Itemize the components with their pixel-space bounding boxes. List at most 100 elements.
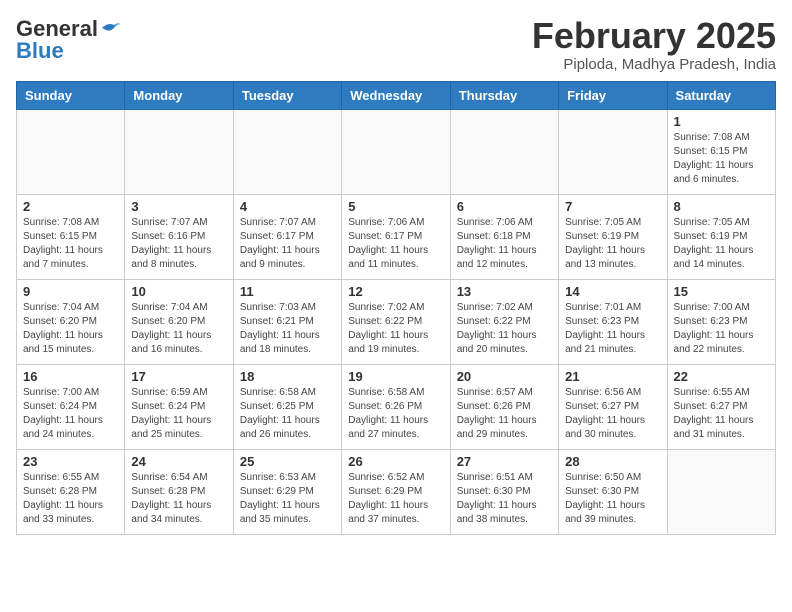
day-info: Sunrise: 7:02 AM Sunset: 6:22 PM Dayligh… xyxy=(348,301,443,357)
calendar-cell: 27Sunrise: 6:51 AM Sunset: 6:30 PM Dayli… xyxy=(450,449,558,534)
day-info: Sunrise: 6:52 AM Sunset: 6:29 PM Dayligh… xyxy=(348,471,443,527)
calendar-cell: 24Sunrise: 6:54 AM Sunset: 6:28 PM Dayli… xyxy=(125,449,233,534)
day-number: 6 xyxy=(457,199,552,214)
day-info: Sunrise: 7:00 AM Sunset: 6:24 PM Dayligh… xyxy=(23,386,118,442)
day-number: 18 xyxy=(240,369,335,384)
weekday-header-friday: Friday xyxy=(559,81,667,109)
day-info: Sunrise: 6:55 AM Sunset: 6:28 PM Dayligh… xyxy=(23,471,118,527)
calendar-cell: 5Sunrise: 7:06 AM Sunset: 6:17 PM Daylig… xyxy=(342,194,450,279)
day-number: 1 xyxy=(674,114,769,129)
day-info: Sunrise: 7:04 AM Sunset: 6:20 PM Dayligh… xyxy=(131,301,226,357)
calendar-cell: 2 Sunrise: 7:08 AM Sunset: 6:15 PM Daylig… xyxy=(17,194,125,279)
calendar-table: SundayMondayTuesdayWednesdayThursdayFrid… xyxy=(16,81,776,535)
calendar-cell: 12 Sunrise: 7:02 AM Sunset: 6:22 PM Dayli… xyxy=(342,279,450,364)
day-number: 28 xyxy=(565,454,660,469)
calendar-cell: 26 Sunrise: 6:52 AM Sunset: 6:29 PM Dayli… xyxy=(342,449,450,534)
day-number: 25 xyxy=(240,454,335,469)
day-info: Sunrise: 6:59 AM Sunset: 6:24 PM Dayligh… xyxy=(131,386,226,442)
calendar-cell xyxy=(233,109,341,194)
logo: General Blue xyxy=(16,16,122,64)
day-info: Sunrise: 7:04 AM Sunset: 6:20 PM Dayligh… xyxy=(23,301,118,357)
calendar-cell: 9 Sunrise: 7:04 AM Sunset: 6:20 PM Daylig… xyxy=(17,279,125,364)
calendar-cell: 1 Sunrise: 7:08 AM Sunset: 6:15 PM Daylig… xyxy=(667,109,775,194)
day-number: 13 xyxy=(457,284,552,299)
day-info: Sunrise: 7:08 AM Sunset: 6:15 PM Dayligh… xyxy=(23,216,118,272)
day-number: 7 xyxy=(565,199,660,214)
weekday-header-thursday: Thursday xyxy=(450,81,558,109)
day-info: Sunrise: 7:07 AM Sunset: 6:16 PM Dayligh… xyxy=(131,216,226,272)
day-info: Sunrise: 6:54 AM Sunset: 6:28 PM Dayligh… xyxy=(131,471,226,527)
weekday-header-monday: Monday xyxy=(125,81,233,109)
day-number: 21 xyxy=(565,369,660,384)
calendar-cell: 21 Sunrise: 6:56 AM Sunset: 6:27 PM Dayli… xyxy=(559,364,667,449)
day-info: Sunrise: 7:03 AM Sunset: 6:21 PM Dayligh… xyxy=(240,301,335,357)
month-title: February 2025 xyxy=(532,16,776,56)
day-info: Sunrise: 6:56 AM Sunset: 6:27 PM Dayligh… xyxy=(565,386,660,442)
location: Piploda, Madhya Pradesh, India xyxy=(532,56,776,73)
calendar-cell xyxy=(450,109,558,194)
week-row-1: 1 Sunrise: 7:08 AM Sunset: 6:15 PM Daylig… xyxy=(17,109,776,194)
week-row-5: 23Sunrise: 6:55 AM Sunset: 6:28 PM Dayli… xyxy=(17,449,776,534)
calendar-cell xyxy=(125,109,233,194)
day-number: 22 xyxy=(674,369,769,384)
day-info: Sunrise: 6:51 AM Sunset: 6:30 PM Dayligh… xyxy=(457,471,552,527)
logo-blue: Blue xyxy=(16,38,64,64)
day-number: 3 xyxy=(131,199,226,214)
day-info: Sunrise: 7:01 AM Sunset: 6:23 PM Dayligh… xyxy=(565,301,660,357)
day-number: 2 xyxy=(23,199,118,214)
day-number: 4 xyxy=(240,199,335,214)
day-number: 14 xyxy=(565,284,660,299)
calendar-cell: 14 Sunrise: 7:01 AM Sunset: 6:23 PM Dayli… xyxy=(559,279,667,364)
day-number: 5 xyxy=(348,199,443,214)
day-number: 11 xyxy=(240,284,335,299)
week-row-2: 2 Sunrise: 7:08 AM Sunset: 6:15 PM Daylig… xyxy=(17,194,776,279)
calendar-cell: 3 Sunrise: 7:07 AM Sunset: 6:16 PM Daylig… xyxy=(125,194,233,279)
day-info: Sunrise: 6:58 AM Sunset: 6:25 PM Dayligh… xyxy=(240,386,335,442)
calendar-cell: 8 Sunrise: 7:05 AM Sunset: 6:19 PM Daylig… xyxy=(667,194,775,279)
calendar-cell: 28 Sunrise: 6:50 AM Sunset: 6:30 PM Dayli… xyxy=(559,449,667,534)
day-info: Sunrise: 6:57 AM Sunset: 6:26 PM Dayligh… xyxy=(457,386,552,442)
calendar-cell: 6 Sunrise: 7:06 AM Sunset: 6:18 PM Daylig… xyxy=(450,194,558,279)
day-number: 16 xyxy=(23,369,118,384)
day-number: 20 xyxy=(457,369,552,384)
day-info: Sunrise: 7:08 AM Sunset: 6:15 PM Dayligh… xyxy=(674,131,769,187)
calendar-cell: 23Sunrise: 6:55 AM Sunset: 6:28 PM Dayli… xyxy=(17,449,125,534)
calendar-cell: 13Sunrise: 7:02 AM Sunset: 6:22 PM Dayli… xyxy=(450,279,558,364)
calendar-cell: 19 Sunrise: 6:58 AM Sunset: 6:26 PM Dayli… xyxy=(342,364,450,449)
calendar-cell: 4 Sunrise: 7:07 AM Sunset: 6:17 PM Daylig… xyxy=(233,194,341,279)
calendar-cell: 22 Sunrise: 6:55 AM Sunset: 6:27 PM Dayli… xyxy=(667,364,775,449)
calendar-cell: 20 Sunrise: 6:57 AM Sunset: 6:26 PM Dayli… xyxy=(450,364,558,449)
day-info: Sunrise: 6:58 AM Sunset: 6:26 PM Dayligh… xyxy=(348,386,443,442)
calendar-cell: 16 Sunrise: 7:00 AM Sunset: 6:24 PM Dayli… xyxy=(17,364,125,449)
day-info: Sunrise: 7:07 AM Sunset: 6:17 PM Dayligh… xyxy=(240,216,335,272)
calendar-cell xyxy=(559,109,667,194)
day-info: Sunrise: 7:00 AM Sunset: 6:23 PM Dayligh… xyxy=(674,301,769,357)
weekday-header-row: SundayMondayTuesdayWednesdayThursdayFrid… xyxy=(17,81,776,109)
day-number: 9 xyxy=(23,284,118,299)
calendar-cell: 11 Sunrise: 7:03 AM Sunset: 6:21 PM Dayli… xyxy=(233,279,341,364)
day-number: 15 xyxy=(674,284,769,299)
calendar-cell xyxy=(342,109,450,194)
calendar-cell: 10 Sunrise: 7:04 AM Sunset: 6:20 PM Dayli… xyxy=(125,279,233,364)
page-header: General Blue February 2025 Piploda, Madh… xyxy=(16,16,776,73)
logo-bird-icon xyxy=(100,20,122,36)
day-number: 19 xyxy=(348,369,443,384)
weekday-header-saturday: Saturday xyxy=(667,81,775,109)
calendar-cell xyxy=(17,109,125,194)
day-number: 17 xyxy=(131,369,226,384)
day-info: Sunrise: 6:53 AM Sunset: 6:29 PM Dayligh… xyxy=(240,471,335,527)
day-info: Sunrise: 7:05 AM Sunset: 6:19 PM Dayligh… xyxy=(674,216,769,272)
day-info: Sunrise: 6:50 AM Sunset: 6:30 PM Dayligh… xyxy=(565,471,660,527)
day-number: 8 xyxy=(674,199,769,214)
day-number: 10 xyxy=(131,284,226,299)
calendar-cell: 7Sunrise: 7:05 AM Sunset: 6:19 PM Daylig… xyxy=(559,194,667,279)
day-number: 26 xyxy=(348,454,443,469)
day-info: Sunrise: 6:55 AM Sunset: 6:27 PM Dayligh… xyxy=(674,386,769,442)
day-number: 12 xyxy=(348,284,443,299)
day-info: Sunrise: 7:06 AM Sunset: 6:18 PM Dayligh… xyxy=(457,216,552,272)
calendar-cell: 25 Sunrise: 6:53 AM Sunset: 6:29 PM Dayli… xyxy=(233,449,341,534)
week-row-4: 16 Sunrise: 7:00 AM Sunset: 6:24 PM Dayli… xyxy=(17,364,776,449)
calendar-cell: 15 Sunrise: 7:00 AM Sunset: 6:23 PM Dayli… xyxy=(667,279,775,364)
weekday-header-wednesday: Wednesday xyxy=(342,81,450,109)
calendar-cell xyxy=(667,449,775,534)
